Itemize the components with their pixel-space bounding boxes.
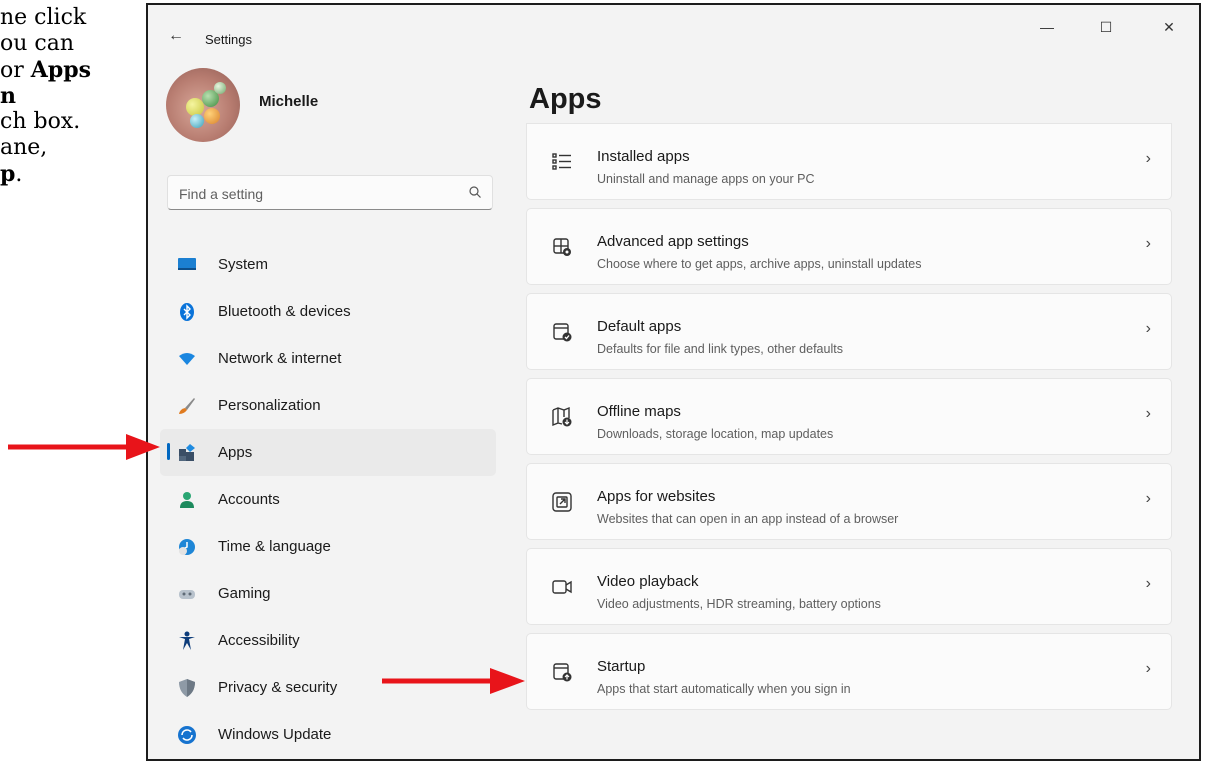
annotation-arrows: [8, 434, 525, 694]
arrow-to-apps-icon: [8, 434, 160, 460]
arrow-to-startup-icon: [382, 668, 525, 694]
